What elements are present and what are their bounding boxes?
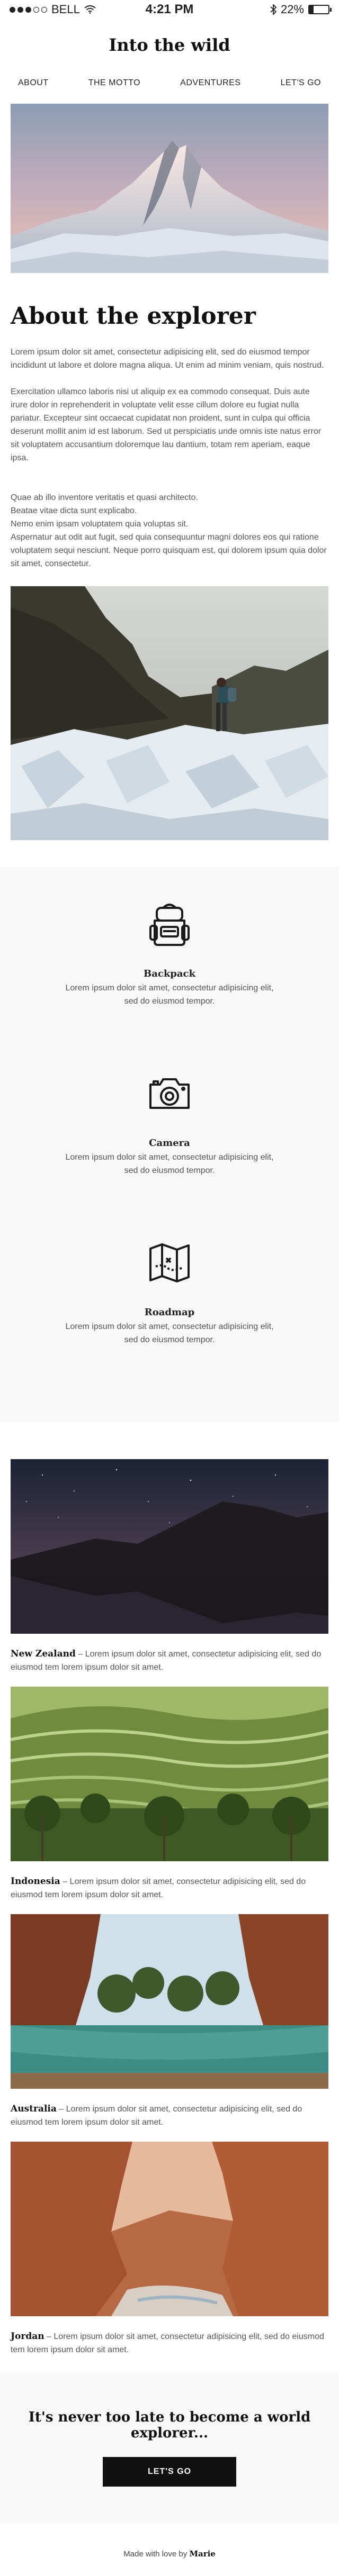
- feature-title: Roadmap: [144, 1307, 195, 1318]
- destination-name: New Zealand: [11, 1649, 76, 1659]
- hero-mountain-image: [11, 104, 328, 273]
- destination-indonesia: Indonesia – Lorem ipsum dolor sit amet, …: [11, 1687, 328, 1901]
- destination-jordan: Jordan – Lorem ipsum dolor sit amet, con…: [11, 2142, 328, 2356]
- battery-icon: [308, 5, 332, 14]
- nav-about[interactable]: ABOUT: [18, 78, 49, 88]
- feature-title: Backpack: [144, 968, 195, 979]
- destination-name: Australia: [11, 2104, 57, 2114]
- camera-icon: [149, 1078, 190, 1109]
- wifi-icon: [84, 5, 96, 14]
- signal-icon: [10, 6, 47, 13]
- lets-go-button[interactable]: LET'S GO: [103, 2457, 236, 2487]
- status-bar: BELL 4:21 PM 22%: [0, 0, 339, 19]
- new-zealand-image: [11, 1459, 328, 1634]
- nav-lets-go[interactable]: LET'S GO: [281, 78, 321, 88]
- bluetooth-icon: [270, 4, 276, 15]
- carrier-name: BELL: [51, 3, 80, 16]
- feature-text: Lorem ipsum dolor sit amet, consectetur …: [65, 984, 274, 1006]
- main-nav: ABOUT THE MOTTO ADVENTURES LET'S GO: [0, 78, 339, 88]
- feature-camera: Camera Lorem ipsum dolor sit amet, conse…: [0, 1068, 339, 1237]
- feature-text: Lorem ipsum dolor sit amet, consectetur …: [65, 1153, 274, 1175]
- destination-name: Indonesia: [11, 1876, 60, 1887]
- feature-title: Camera: [149, 1137, 190, 1149]
- site-title: Into the wild: [109, 35, 230, 55]
- about-paragraph-2: Exercitation ullamco laboris nisi ut ali…: [11, 387, 322, 462]
- features-section: Backpack Lorem ipsum dolor sit amet, con…: [0, 867, 339, 1422]
- destinations-list: New Zealand – Lorem ipsum dolor sit amet…: [0, 1459, 339, 2356]
- about-title: About the explorer: [11, 303, 256, 330]
- battery-percent: 22%: [280, 3, 304, 16]
- destination-australia: Australia – Lorem ipsum dolor sit amet, …: [11, 1914, 328, 2129]
- nav-the-motto[interactable]: THE MOTTO: [88, 78, 140, 88]
- cta-heading: It's never too late to become a world ex…: [28, 2409, 311, 2441]
- map-icon: [149, 1243, 190, 1282]
- destination-text: – Lorem ipsum dolor sit amet, consectetu…: [11, 2332, 324, 2354]
- about-paragraph-1: Lorem ipsum dolor sit amet, consectetur …: [11, 348, 324, 370]
- destination-new-zealand: New Zealand – Lorem ipsum dolor sit amet…: [11, 1459, 328, 1674]
- clock: 4:21 PM: [145, 2, 194, 16]
- footer-text: Made with love by: [123, 2550, 190, 2559]
- backpack-icon: [149, 904, 190, 946]
- jordan-image: [11, 2142, 328, 2316]
- footer-author: Marie: [189, 2549, 216, 2559]
- australia-image: [11, 1914, 328, 2089]
- indonesia-image: [11, 1687, 328, 1861]
- cta-section: It's never too late to become a world ex…: [0, 2372, 339, 2524]
- about-paragraph-3: Quae ab illo inventore veritatis et quas…: [11, 493, 327, 568]
- feature-backpack: Backpack Lorem ipsum dolor sit amet, con…: [0, 898, 339, 1068]
- hiker-glacier-image: [11, 586, 328, 840]
- feature-roadmap: Roadmap Lorem ipsum dolor sit amet, cons…: [0, 1237, 339, 1406]
- footer: Made with love by Marie: [0, 2549, 339, 2559]
- destination-name: Jordan: [11, 2331, 44, 2342]
- feature-text: Lorem ipsum dolor sit amet, consectetur …: [65, 1322, 274, 1344]
- nav-adventures[interactable]: ADVENTURES: [180, 78, 240, 88]
